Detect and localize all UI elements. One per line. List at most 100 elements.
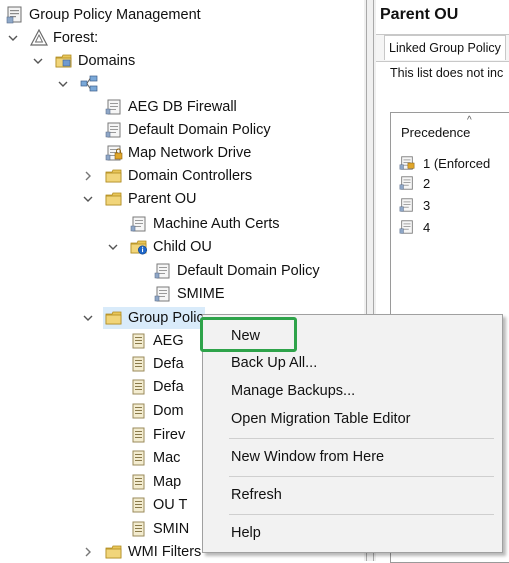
tree-label-domains: Domains	[78, 53, 136, 69]
tree-label: SMIN	[153, 521, 190, 537]
tree-item-wmi-filters[interactable]: WMI Filters	[105, 541, 201, 563]
column-header-precedence[interactable]: Precedence	[401, 125, 470, 140]
pane-title: Parent OU	[380, 6, 459, 23]
gpo-icon	[132, 497, 145, 513]
gpo-icon	[132, 521, 145, 537]
gpm-console-icon	[6, 6, 22, 24]
tree-item-gpo-link[interactable]: Default Domain Policy	[154, 260, 320, 282]
list-item[interactable]: 2	[399, 173, 430, 193]
tree-label: Machine Auth Certs	[153, 216, 280, 232]
gpo-link-icon	[399, 198, 413, 212]
tree-label: Map Network Drive	[128, 145, 252, 161]
gpo-icon	[132, 333, 145, 349]
tree-item-gpo[interactable]: Firev	[130, 424, 185, 446]
menu-item-manage-backups[interactable]: Manage Backups...	[231, 380, 355, 402]
gpo-icon	[132, 356, 145, 372]
info-text: This list does not inc	[390, 66, 504, 80]
tree-item-gpo[interactable]: OU T	[130, 494, 187, 516]
tree-label: AEG	[153, 333, 184, 349]
list-item-text: 2	[423, 175, 431, 191]
gpo-icon	[132, 450, 145, 466]
gpo-icon	[132, 403, 145, 419]
tree-item-gpo-container[interactable]: Group Policy Objects	[103, 307, 205, 329]
highlight-box	[200, 317, 297, 352]
gpo-link-icon	[399, 176, 413, 190]
tree-label-root: Group Policy Management	[29, 7, 201, 23]
tree-label: Parent OU	[128, 191, 197, 207]
list-item-text: 1 (Enforced	[423, 155, 491, 171]
tree-item-parent-ou[interactable]: Parent OU	[105, 188, 197, 210]
tree-label: WMI Filters	[128, 544, 202, 560]
tree-item-gpo-link[interactable]: Default Domain Policy	[105, 119, 271, 141]
collapse-icon[interactable]	[81, 192, 95, 206]
wmi-folder-icon	[105, 545, 122, 559]
tree-item-gpo[interactable]: Dom	[130, 400, 184, 422]
tree-item-gpo[interactable]: Defa	[130, 376, 184, 398]
gpo-container-folder-icon	[105, 311, 122, 325]
list-item[interactable]: 1 (Enforced	[399, 153, 490, 173]
tree-item-gpo[interactable]: AEG	[130, 330, 184, 352]
tree-item-gpo[interactable]: Mac	[130, 447, 180, 469]
tree-item-gpo-link[interactable]: Map Network Drive	[105, 142, 251, 164]
tab-linked-group-policy-objects[interactable]: Linked Group Policy	[384, 35, 506, 60]
menu-item-help[interactable]: Help	[231, 522, 261, 544]
list-item-text: 4	[423, 219, 431, 235]
menu-separator	[229, 438, 494, 439]
collapse-icon[interactable]	[106, 240, 120, 254]
list-item[interactable]: 3	[399, 195, 430, 215]
tree-label: AEG DB Firewall	[128, 99, 237, 115]
tree-item-domain[interactable]	[80, 73, 103, 95]
ou-blocked-icon	[130, 240, 147, 255]
menu-item-refresh[interactable]: Refresh	[231, 484, 282, 506]
tree-item-child-ou[interactable]: Child OU	[130, 236, 212, 258]
collapse-icon[interactable]	[6, 31, 20, 45]
menu-item-open-migration-table-editor[interactable]: Open Migration Table Editor	[231, 408, 410, 430]
menu-separator	[229, 514, 494, 515]
tree-label: Default Domain Policy	[128, 122, 271, 138]
menu-item-back-up-all[interactable]: Back Up All...	[231, 352, 317, 374]
tree-item-domains[interactable]: Domains	[55, 50, 135, 72]
forest-icon	[30, 29, 48, 46]
tree-label: Mac	[153, 450, 181, 466]
tree-label: Defa	[153, 356, 184, 372]
gpo-link-icon	[130, 216, 146, 232]
tree-label: Domain Controllers	[128, 168, 253, 184]
tree-item-gpo[interactable]: Defa	[130, 353, 184, 375]
tree-item-gpo[interactable]: Map	[130, 471, 181, 493]
collapse-icon[interactable]	[56, 77, 70, 91]
ou-folder-icon	[105, 192, 122, 206]
gpo-icon	[132, 474, 145, 490]
tree-label: SMIME	[177, 286, 225, 302]
gpo-link-enforced-icon	[399, 156, 415, 170]
menu-item-new-window-from-here[interactable]: New Window from Here	[231, 446, 384, 468]
tree-label: Child OU	[153, 239, 212, 255]
tree-item-forest[interactable]: Forest:	[30, 27, 98, 49]
gpo-link-icon	[105, 122, 121, 138]
gpo-link-enforced-icon	[105, 145, 123, 161]
tree-label: Dom	[153, 403, 184, 419]
tree-item-gpo[interactable]: SMIN	[130, 518, 189, 540]
collapse-icon[interactable]	[81, 311, 95, 325]
list-item-text: 3	[423, 197, 431, 213]
tree-item-gpo-link[interactable]: Machine Auth Certs	[130, 213, 280, 235]
gpo-link-icon	[105, 99, 121, 115]
tree-item-root[interactable]: Group Policy Management	[6, 4, 201, 26]
collapse-icon[interactable]	[31, 54, 45, 68]
tree-label: Group Policy Objects	[128, 310, 205, 326]
expand-icon[interactable]	[81, 545, 95, 559]
tree-label: Defa	[153, 379, 184, 395]
domain-icon	[80, 75, 98, 92]
list-item[interactable]: 4	[399, 217, 430, 237]
expand-icon[interactable]	[81, 169, 95, 183]
tree-label-forest: Forest:	[53, 30, 99, 46]
gpo-link-icon	[154, 263, 170, 279]
tree-item-gpo-link[interactable]: AEG DB Firewall	[105, 96, 237, 118]
tree-item-domain-controllers[interactable]: Domain Controllers	[105, 165, 252, 187]
tree-item-gpo-link[interactable]: SMIME	[154, 283, 225, 305]
menu-separator	[229, 476, 494, 477]
tree-label: Default Domain Policy	[177, 263, 320, 279]
ou-folder-icon	[105, 169, 122, 183]
gpo-link-icon	[399, 220, 413, 234]
tree-label: Firev	[153, 427, 186, 443]
tree-label: OU T	[153, 497, 188, 513]
